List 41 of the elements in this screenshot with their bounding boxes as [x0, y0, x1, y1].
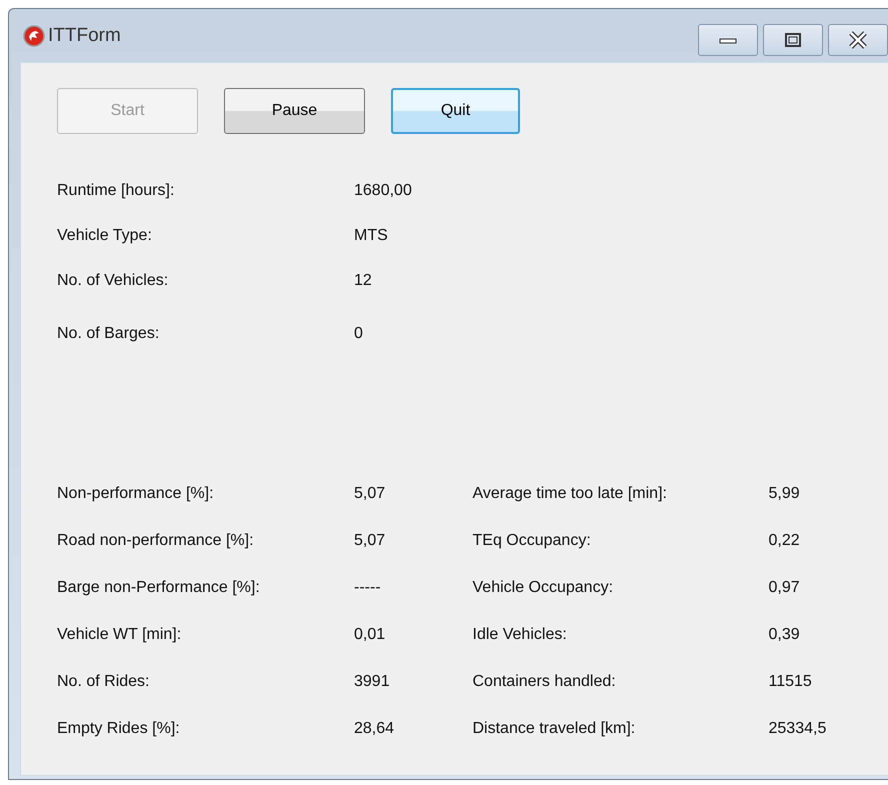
- field-value: -----: [354, 579, 381, 598]
- field-value: 28,64: [354, 720, 394, 739]
- field-value: 0,22: [768, 532, 800, 551]
- field-label: No. of Rides:: [57, 673, 150, 692]
- field-label: Vehicle Occupancy:: [472, 579, 614, 598]
- field-value: 0,97: [768, 579, 800, 598]
- minimize-button[interactable]: [698, 24, 758, 56]
- field-label: Vehicle WT [min]:: [57, 626, 182, 645]
- field-label: Barge non-Performance [%]:: [57, 579, 261, 598]
- form-button[interactable]: Quit: [391, 88, 520, 134]
- field-value: 11515: [768, 673, 812, 692]
- field-label: Non-performance [%]:: [57, 485, 215, 504]
- field-label: No. of Vehicles:: [57, 272, 170, 291]
- form-button[interactable]: Pause: [224, 88, 365, 134]
- field-value: 5,07: [354, 532, 386, 551]
- field-label: Empty Rides [%]:: [57, 720, 181, 739]
- field-label: Average time too late [min]:: [472, 485, 668, 504]
- field-value: 0,39: [768, 626, 800, 645]
- field-label: Distance traveled [km]:: [472, 720, 636, 739]
- close-icon: [847, 31, 869, 49]
- field-label: Road non-performance [%]:: [57, 532, 255, 551]
- field-value: 12: [354, 272, 372, 291]
- field-label: Vehicle Type:: [57, 227, 153, 246]
- field-value: 25334,5: [768, 720, 826, 739]
- field-value: MTS: [354, 227, 388, 246]
- maximize-icon: [784, 32, 802, 48]
- field-label: Runtime [hours]:: [57, 182, 176, 201]
- field-value: 0,01: [354, 626, 386, 645]
- field-value: 3991: [354, 673, 390, 692]
- maximize-button[interactable]: [763, 24, 823, 56]
- app-logo-icon: [23, 24, 45, 46]
- window-title: ITTForm: [48, 24, 121, 46]
- field-value: 1680,00: [354, 182, 412, 201]
- field-value: 5,99: [768, 485, 800, 504]
- field-value: 5,07: [354, 485, 386, 504]
- field-value: 0: [354, 325, 363, 344]
- close-button[interactable]: [828, 24, 888, 56]
- field-label: No. of Barges:: [57, 325, 160, 344]
- field-label: Idle Vehicles:: [472, 626, 568, 645]
- field-label: TEq Occupancy:: [472, 532, 592, 551]
- field-label: Containers handled:: [472, 673, 617, 692]
